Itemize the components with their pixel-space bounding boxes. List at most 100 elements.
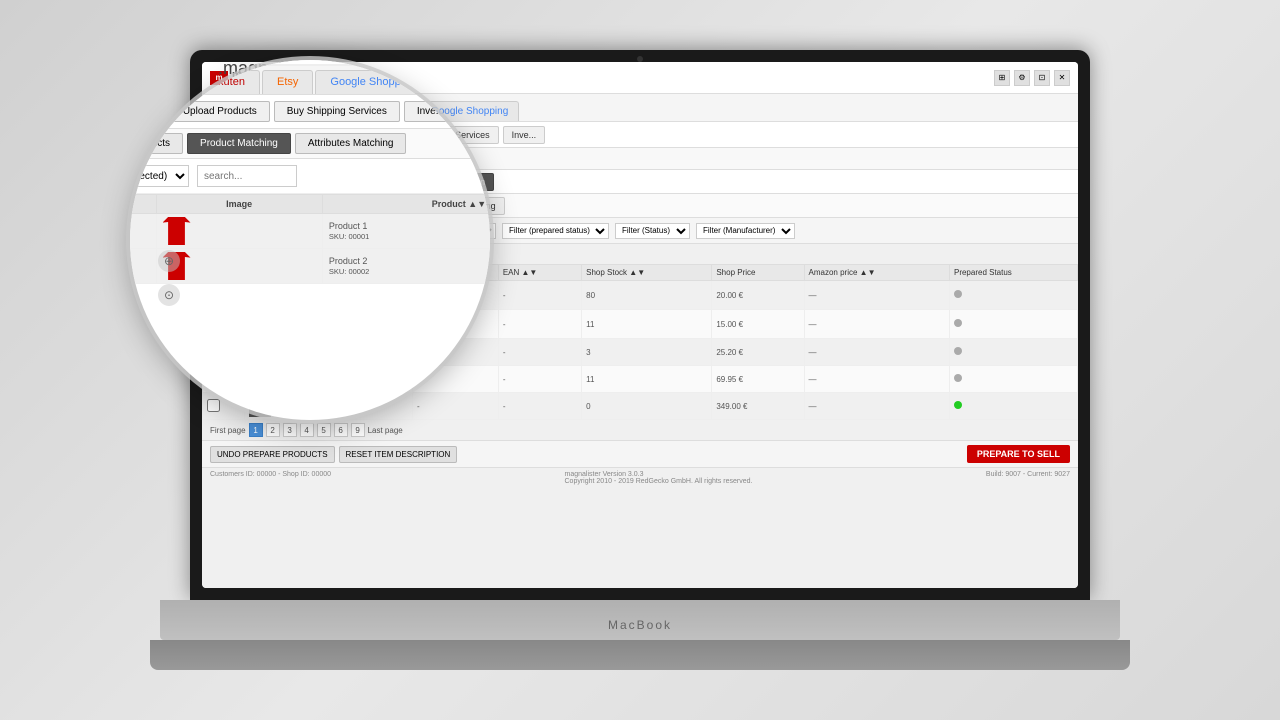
icon-btn-2[interactable]: ⚙ [1014, 70, 1030, 86]
td-shoprice-5: 349.00 € [712, 393, 804, 420]
icon-btn-4[interactable]: ✕ [1054, 70, 1070, 86]
th-stock: Shop Stock ▲▼ [582, 265, 712, 281]
mag-th-image: Image [156, 195, 322, 214]
mag-toolbar: Selection (0 selected) [130, 159, 490, 194]
mag-mkt-tabs: amazon ebay Rakuten Etsy Google Shopping [130, 66, 490, 95]
td-amazon-price-5: — [804, 393, 949, 420]
td-mpn-5: - [412, 393, 498, 420]
mag-td-image-2 [156, 249, 322, 284]
mag-btn-inventory[interactable]: Inve... [404, 101, 457, 122]
magnify-circle: m magnalister boost your Online Shop ama… [130, 60, 490, 420]
footer-build: Build: 9007 - Current: 9027 [986, 471, 1070, 485]
mag-tab-rakuten[interactable]: Rakuten [189, 70, 260, 94]
mag-th-select [130, 195, 156, 214]
td-stock-2: 11 [582, 310, 712, 339]
th-shop-price: Shop Price [712, 265, 804, 281]
status-dot-green-5 [954, 401, 962, 409]
td-shoprice-3: 25.20 € [712, 339, 804, 366]
mag-td-product-1: Product 1 SKU: 00001 [322, 214, 490, 249]
mag-tab-ebay[interactable]: ebay [133, 70, 187, 94]
mag-th-product: Product ▲▼ [322, 195, 490, 214]
filter-manufacturer[interactable]: Filter (Manufacturer) [696, 223, 795, 239]
reset-description-button[interactable]: RESET ITEM DESCRIPTION [339, 446, 458, 463]
prepare-to-sell-button[interactable]: PREPARE TO SELL [967, 445, 1070, 463]
td-status-5 [949, 393, 1077, 420]
mag-btn-upload[interactable]: Upload Products [170, 101, 270, 122]
mag-search-input[interactable] [197, 165, 297, 187]
td-shoprice-2: 15.00 € [712, 310, 804, 339]
mag-product-image-1 [163, 217, 191, 245]
td-amazon-price-4: — [804, 366, 949, 393]
footer-version: magnalister Version 3.0.3 Copyright 2010… [565, 471, 753, 485]
top-right-icons: ⊞ ⚙ ⊡ ✕ [994, 70, 1070, 86]
footer: Customers ID: 00000 - Shop ID: 00000 mag… [202, 467, 1078, 488]
mag-tab-product-matching[interactable]: Product Matching [187, 133, 291, 154]
mag-td-check-1[interactable] [130, 214, 156, 249]
mag-tab-attributes[interactable]: Attributes Matching [295, 133, 407, 154]
mag-table-row-2: Product 2 SKU: 00002 - [130, 249, 490, 284]
page-b-6[interactable]: 6 [334, 423, 348, 437]
zoom-in-icon[interactable]: ⊕ [158, 250, 180, 272]
page-b-4[interactable]: 4 [300, 423, 314, 437]
last-page-label-bottom[interactable]: Last page [368, 426, 403, 435]
first-page-label-bottom[interactable]: First page [210, 426, 246, 435]
bottom-bar: UNDO PREPARE PRODUCTS RESET ITEM DESCRIP… [202, 440, 1078, 467]
zoom-out-icon[interactable]: ⊙ [158, 284, 180, 306]
td-amazon-price-2: — [804, 310, 949, 339]
mag-table-row-1: Product 1 SKU: 00001 - [130, 214, 490, 249]
mag-td-product-2: Product 2 SKU: 00002 [322, 249, 490, 284]
th-status: Prepared Status [949, 265, 1077, 281]
td-ean-2: - [498, 310, 581, 339]
btn-inventory[interactable]: Inve... [503, 126, 546, 144]
page-b-1[interactable]: 1 [249, 423, 263, 437]
mag-tab-etsy[interactable]: Etsy [262, 70, 313, 94]
td-stock-1: 80 [582, 281, 712, 310]
td-ean-4: - [498, 366, 581, 393]
laptop-base: MacBook [150, 600, 1130, 670]
td-status-2 [949, 310, 1077, 339]
page-b-5[interactable]: 5 [317, 423, 331, 437]
th-ean: EAN ▲▼ [498, 265, 581, 281]
status-dot-gray-4 [954, 374, 962, 382]
icon-btn-3[interactable]: ⊡ [1034, 70, 1050, 86]
td-status-4 [949, 366, 1077, 393]
td-ean-1: - [498, 281, 581, 310]
td-status-1 [949, 281, 1077, 310]
mag-tab-google[interactable]: Google Shopping [315, 70, 430, 94]
mag-products-table: Image Product ▲▼ MPN Product 1 SKU: 0000… [130, 194, 490, 284]
mag-selection-dropdown[interactable]: Selection (0 selected) [130, 165, 189, 187]
magnify-inner: m magnalister boost your Online Shop ama… [130, 60, 490, 284]
page-b-2[interactable]: 2 [266, 423, 280, 437]
mag-sub-tabs: Create New Products Product Matching Att… [130, 129, 490, 159]
td-stock-5: 0 [582, 393, 712, 420]
td-ean-3: - [498, 339, 581, 366]
laptop-base-top: MacBook [160, 600, 1120, 640]
status-dot-gray-2 [954, 319, 962, 327]
filter-prepared-status[interactable]: Filter (prepared status) [502, 223, 609, 239]
td-shoprice-4: 69.95 € [712, 366, 804, 393]
mag-btn-prepare[interactable]: Prepare Products [130, 101, 166, 122]
td-stock-3: 3 [582, 339, 712, 366]
mag-td-check-2[interactable] [130, 249, 156, 284]
status-dot-gray-1 [954, 290, 962, 298]
td-shoprice-1: 20.00 € [712, 281, 804, 310]
mag-table-header: Image Product ▲▼ MPN [130, 195, 490, 214]
filter-status[interactable]: Filter (Status) [615, 223, 690, 239]
mag-btn-shipping[interactable]: Buy Shipping Services [274, 101, 400, 122]
td-amazon-price-1: — [804, 281, 949, 310]
laptop-base-bottom [150, 640, 1130, 670]
status-dot-gray-3 [954, 347, 962, 355]
page-b-3[interactable]: 3 [283, 423, 297, 437]
th-amazon-price: Amazon price ▲▼ [804, 265, 949, 281]
td-ean-5: - [498, 393, 581, 420]
undo-prepare-button[interactable]: UNDO PREPARE PRODUCTS [210, 446, 335, 463]
icon-btn-1[interactable]: ⊞ [994, 70, 1010, 86]
page-b-9[interactable]: 9 [351, 423, 365, 437]
zoom-icons: ⊕ ⊙ [158, 250, 180, 306]
mag-tab-amazon[interactable]: amazon [130, 70, 131, 94]
mag-tab-create[interactable]: Create New Products [130, 133, 183, 154]
td-stock-4: 11 [582, 366, 712, 393]
pagination-bottom: First page 1 2 3 4 5 6 9 Last page [202, 420, 1078, 440]
td-status-3 [949, 339, 1077, 366]
td-amazon-price-3: — [804, 339, 949, 366]
